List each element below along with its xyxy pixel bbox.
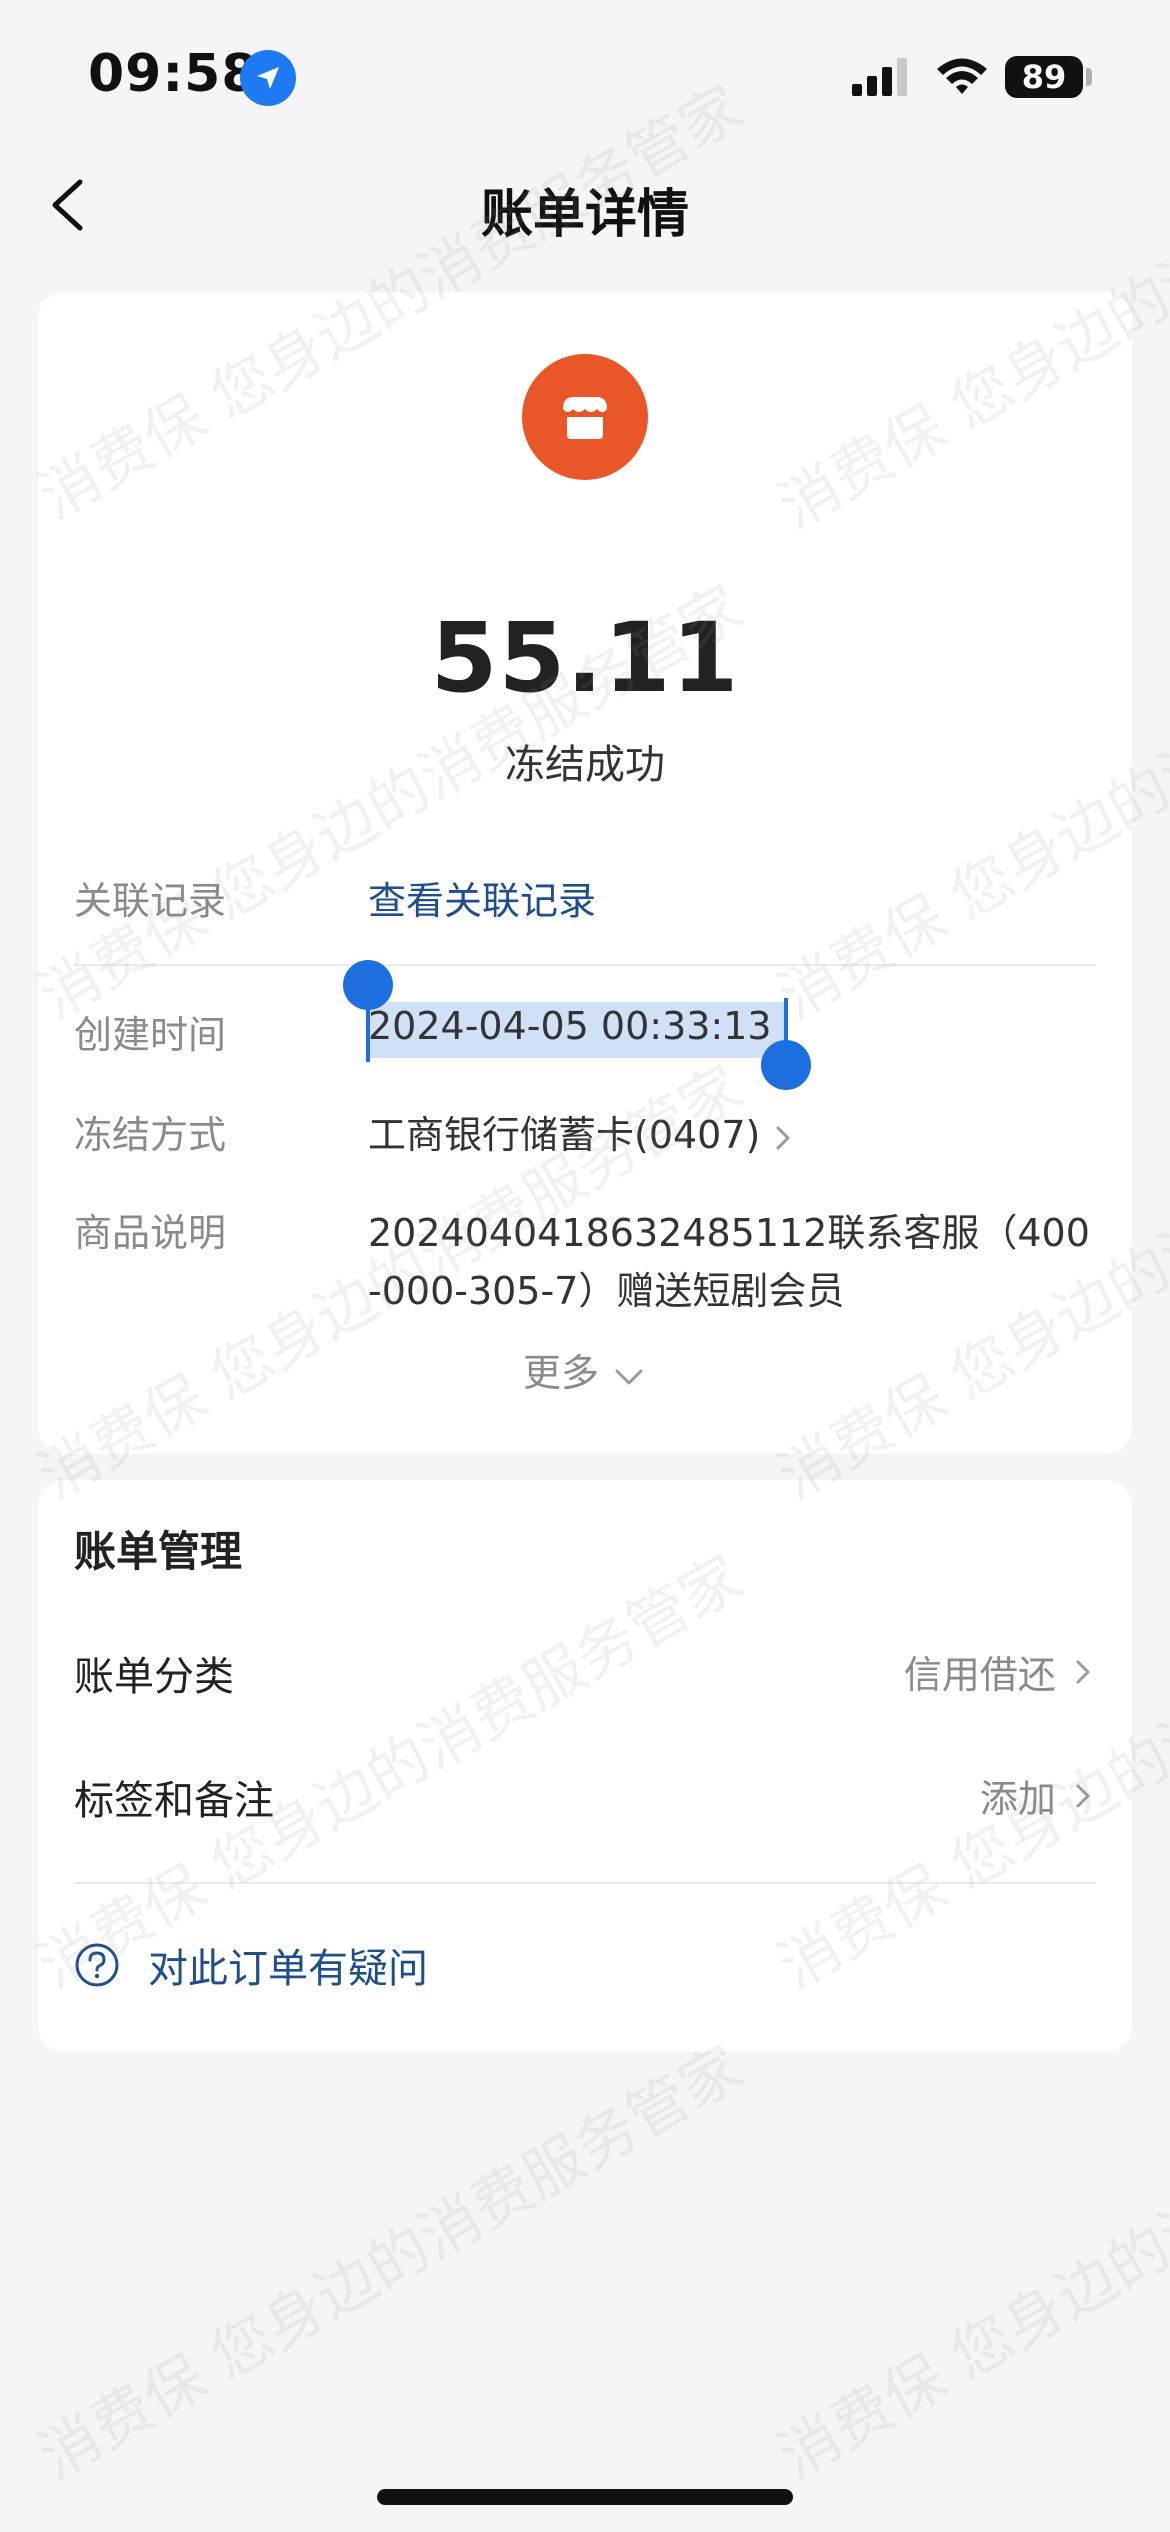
cellular-signal-icon — [852, 58, 912, 100]
question-circle-icon — [74, 1942, 120, 1992]
freeze-method-value: 工商银行储蓄卡(0407) — [368, 1113, 761, 1157]
store-icon — [522, 354, 648, 480]
product-description-label: 商品说明 — [74, 1211, 227, 1255]
bill-management-title: 账单管理 — [74, 1527, 243, 1576]
home-indicator[interactable] — [377, 2489, 793, 2505]
status-time: 09:58 — [88, 44, 259, 104]
bill-detail-card: 55.11 冻结成功 关联记录 查看关联记录 创建时间 2024-04-05 0… — [38, 292, 1132, 1454]
battery-tip — [1086, 68, 1092, 86]
product-description-line-1: 20240404186324851​12联系客服（400 — [368, 1211, 1090, 1255]
transaction-amount: 55.11 — [430, 602, 740, 714]
created-time-value[interactable]: 2024-04-05 00:33:13 — [368, 1004, 772, 1048]
chevron-right-icon — [1076, 1784, 1090, 1807]
related-records-label: 关联记录 — [74, 879, 227, 923]
battery-icon: 89 — [1005, 56, 1083, 98]
chevron-down-icon — [615, 1369, 643, 1384]
product-description-line-2: -000-305-7）赠送短剧会员 — [368, 1269, 845, 1313]
tags-notes-label: 标签和备注 — [74, 1778, 274, 1824]
selection-end-handle[interactable] — [761, 1040, 811, 1090]
wifi-icon — [935, 56, 989, 100]
location-arrow-icon — [240, 50, 296, 106]
divider — [74, 964, 1096, 966]
bill-management-card: 账单管理 账单分类 信用借还 标签和备注 添加 对此订单有疑问 — [38, 1480, 1132, 2052]
bill-category-row[interactable]: 信用借还 — [904, 1644, 1096, 1699]
chevron-right-icon — [1076, 1660, 1090, 1683]
status-bar: 09:58 89 — [0, 0, 1170, 150]
freeze-method-label: 冻结方式 — [74, 1113, 227, 1157]
more-label: 更多 — [522, 1351, 599, 1395]
view-related-records-link[interactable]: 查看关联记录 — [368, 870, 596, 925]
order-question-link[interactable]: 对此订单有疑问 — [148, 1936, 428, 1994]
page-title: 账单详情 — [480, 185, 689, 245]
battery-level: 89 — [1021, 58, 1067, 96]
watermark-text: 消费保 您身边的消费服务管家 — [767, 2032, 1170, 2493]
watermark-text: 消费保 您身边的消费服务管家 — [27, 2032, 755, 2493]
bill-category-value: 信用借还 — [903, 1653, 1056, 1697]
divider — [74, 1882, 1096, 1884]
tags-notes-row[interactable]: 添加 — [980, 1768, 1096, 1823]
transaction-status: 冻结成功 — [505, 742, 665, 788]
tags-notes-value: 添加 — [979, 1777, 1056, 1821]
chevron-right-icon — [776, 1126, 790, 1149]
more-button[interactable]: 更多 — [38, 1342, 1132, 1397]
selection-start-handle[interactable] — [343, 960, 393, 1010]
freeze-method-row[interactable]: 工商银行储蓄卡(0407) — [368, 1104, 796, 1159]
bill-category-label: 账单分类 — [74, 1654, 234, 1700]
created-time-label: 创建时间 — [74, 1013, 227, 1057]
